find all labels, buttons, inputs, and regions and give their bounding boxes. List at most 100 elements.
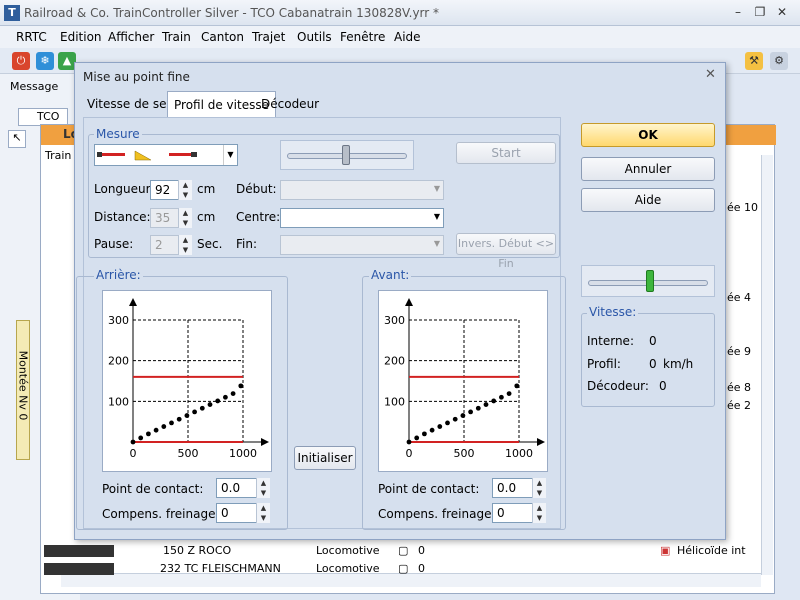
tab-decodeur[interactable]: Décodeur [255,91,325,117]
stop-icon[interactable]: ⏻ [12,52,30,70]
data-point [215,398,221,404]
right-label-5: ée 2 [727,399,752,412]
profil-value: 0 [649,357,657,371]
menu-aide[interactable]: Aide [394,30,421,44]
y-axis-arrow [129,298,137,306]
centre-select[interactable]: ▼ [280,208,444,228]
checkbox-icon[interactable]: ▢ [398,544,408,557]
table-row[interactable]: 232 TC FLEISCHMANN Locomotive ▢ 0 [40,560,760,578]
data-point [491,398,497,404]
snowflake-icon[interactable]: ❄ [36,52,54,70]
y-tick-label: 100 [384,395,405,408]
cancel-button[interactable]: Annuler [581,157,715,181]
message-label: Message [10,80,59,93]
table-row[interactable]: 150 Z ROCO Locomotive ▢ 0 ▣ Hélicoïde in… [40,542,760,560]
app-icon: T [4,5,20,21]
data-point [223,394,228,400]
avant-title: Avant: [369,268,412,282]
data-point [437,424,443,429]
pause-stepper[interactable]: ▲ ▼ [178,235,192,255]
distance-label: Distance: [94,210,151,224]
x-axis-arrow [261,438,269,446]
fin-select[interactable]: ▼ [280,235,444,255]
data-point [445,420,450,426]
data-point [130,439,136,445]
data-point [475,405,481,411]
avant-chart: 100 200 300 0 500 1000 [378,290,548,472]
mesure-title: Mesure [94,127,142,141]
maximize-icon[interactable]: ❐ [752,5,768,19]
row-name: 150 Z ROCO [163,544,232,557]
menu-afficher[interactable]: Afficher [108,30,154,44]
pointer-tool-icon[interactable]: ↖ [8,130,26,148]
close-icon[interactable]: ✕ [774,5,790,19]
x-tick-label: 0 [406,447,413,460]
menu-outils[interactable]: Outils [297,30,332,44]
data-point [506,391,512,397]
avant-contact-stepper[interactable]: ▲ ▼ [532,478,546,498]
menu-trajet[interactable]: Trajet [252,30,285,44]
chevron-down-icon[interactable]: ▼ [223,145,237,165]
arriere-chart-svg: 100 200 300 0 500 1000 [108,298,269,460]
data-point [406,439,412,445]
data-point [138,435,144,441]
longueur-unit: cm [197,182,216,196]
help-button[interactable]: Aide [581,188,715,212]
slider-thumb[interactable] [342,145,350,165]
distance-stepper[interactable]: ▲ ▼ [178,208,192,228]
y-tick-label: 100 [108,395,129,408]
centre-label: Centre: [236,210,281,224]
y-tick-label: 200 [108,355,129,368]
arriere-freinage-stepper[interactable]: ▲ ▼ [256,503,270,523]
menu-edition[interactable]: Edition [60,30,102,44]
menu-canton[interactable]: Canton [201,30,244,44]
initialiser-button[interactable]: Initialiser [294,446,356,470]
track-label-text: Montée Nv 0 [16,350,30,421]
distance-value: 35 [155,211,171,225]
row-type: Locomotive [316,562,380,575]
minimize-icon[interactable]: – [730,5,746,19]
menu-bar: RRTC Edition Afficher Train Canton Traje… [0,26,800,48]
longueur-value: 92 [155,183,171,197]
menu-train[interactable]: Train [162,30,191,44]
train-column-header: Train [45,149,72,162]
signal-icon: ▣ [660,544,671,557]
vertical-scrollbar[interactable] [761,155,773,575]
row-extra: Hélicoïde int [677,544,746,557]
menu-rrtc[interactable]: RRTC [16,30,47,44]
data-point [468,409,473,415]
tco-label: TCO [37,110,60,123]
right-label-3: ée 9 [727,345,752,358]
measure-type-select[interactable]: ▼ [94,144,238,166]
data-point [199,405,205,411]
longueur-stepper[interactable]: ▲ ▼ [178,180,192,200]
y-tick-label: 300 [108,314,129,327]
data-point [192,409,197,415]
avant-freinage-stepper[interactable]: ▲ ▼ [532,503,546,523]
locomotive-image [44,545,114,557]
longueur-label: Longueur: [94,182,155,196]
dialog-close-icon[interactable]: ✕ [705,67,716,82]
vitesse-title: Vitesse: [587,305,639,319]
pause-unit: Sec. [197,237,223,251]
data-point [176,416,182,422]
data-point [460,413,466,418]
invers-button[interactable]: Invers. Début <> Fin [456,233,556,270]
speed-slider[interactable] [581,265,715,297]
arriere-chart: 100 200 300 0 500 1000 [102,290,272,472]
distance-unit: cm [197,210,216,224]
checkbox-icon[interactable]: ▢ [398,562,408,575]
tools-icon[interactable]: ⚒ [745,52,763,70]
measure-slider[interactable] [280,140,414,170]
start-button[interactable]: Start [456,142,556,164]
menu-fenetre[interactable]: Fenêtre [340,30,385,44]
debut-select[interactable]: ▼ [280,180,444,200]
ok-button[interactable]: OK [581,123,715,147]
arriere-contact-stepper[interactable]: ▲ ▼ [256,478,270,498]
settings-icon[interactable]: ⚙ [770,52,788,70]
speed-slider-thumb[interactable] [646,270,654,292]
data-point [429,427,435,433]
profile-panel: Mesure ▼ Start Longueur: 92 ▲ ▼ cm Dista… [76,117,566,530]
data-point [483,402,489,407]
arriere-contact-label: Point de contact: [102,482,204,496]
